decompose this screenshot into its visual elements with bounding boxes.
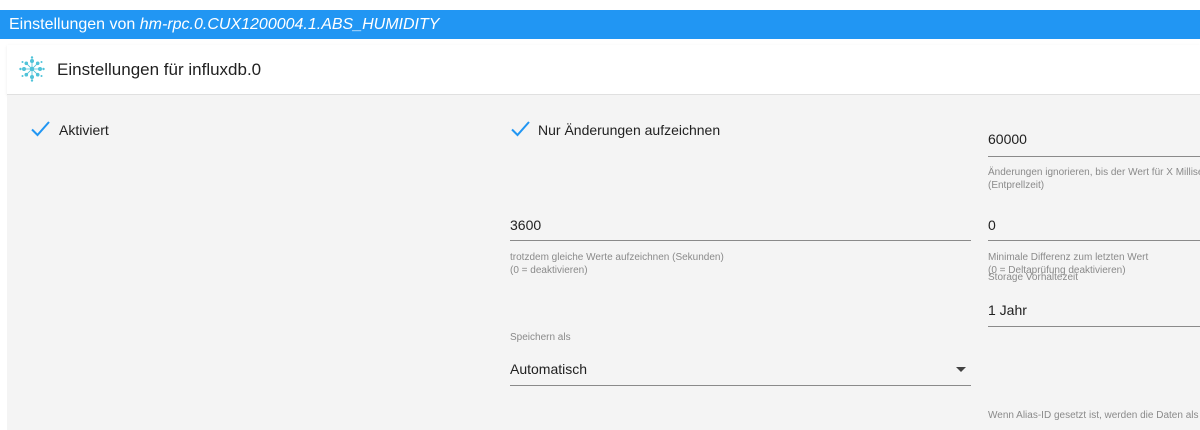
- debounce-helper-line1: Änderungen ignorieren, bis der Wert für …: [988, 167, 1200, 178]
- debounce-value: 60000: [988, 131, 1027, 147]
- debounce-underline: [988, 156, 1200, 157]
- enabled-label: Aktiviert: [59, 122, 109, 138]
- store-as-label: Speichern als: [510, 332, 571, 343]
- retention-underline: [988, 326, 1200, 327]
- changes-only-label: Nur Änderungen aufzeichnen: [538, 122, 721, 138]
- still-record-value: 3600: [510, 217, 542, 233]
- still-record-helper: trotzdem gleiche Werte aufzeichnen (Seku…: [510, 251, 724, 277]
- retention-value: 1 Jahr: [988, 302, 1027, 318]
- retention-label: Storage Vorhaltezeit: [988, 272, 1079, 283]
- retention-select[interactable]: 1 Jahr: [988, 302, 1200, 328]
- store-as-select[interactable]: Automatisch: [510, 361, 971, 386]
- dialog-title: Einstellungen für influxdb.0: [57, 60, 262, 79]
- store-as-underline: [510, 385, 971, 386]
- debounce-helper: Änderungen ignorieren, bis der Wert für …: [988, 166, 1200, 192]
- chevron-down-icon: [956, 367, 966, 372]
- still-record-underline: [510, 240, 971, 241]
- min-difference-input[interactable]: 0: [988, 217, 1200, 242]
- still-record-input[interactable]: 3600: [510, 217, 971, 242]
- enabled-checkbox[interactable]: [29, 118, 51, 140]
- min-difference-helper-line1: Minimale Differenz zum letzten Wert: [988, 252, 1149, 263]
- window-title-prefix: Einstellungen von: [9, 16, 140, 33]
- influxdb-adapter-icon: [19, 56, 45, 82]
- still-record-helper-line2: (0 = deaktivieren): [510, 265, 588, 276]
- window-title-object-id: hm-rpc.0.CUX1200004.1.ABS_HUMIDITY: [139, 16, 440, 33]
- dialog-header: Einstellungen für influxdb.0: [7, 45, 1200, 95]
- still-record-helper-line1: trotzdem gleiche Werte aufzeichnen (Seku…: [510, 252, 724, 263]
- changes-only-checkbox[interactable]: [509, 118, 531, 140]
- checkmark-icon: [511, 121, 530, 137]
- debounce-helper-line2: (Entprellzeit): [988, 180, 1045, 191]
- alias-helper: Wenn Alias-ID gesetzt ist, werden die Da…: [988, 410, 1200, 421]
- min-difference-underline: [988, 240, 1200, 241]
- debounce-input[interactable]: 60000: [988, 131, 1200, 158]
- min-difference-value: 0: [988, 217, 996, 233]
- checkmark-icon: [31, 121, 50, 137]
- store-as-value: Automatisch: [510, 361, 588, 377]
- window-titlebar: Einstellungen von hm-rpc.0.CUX1200004.1.…: [0, 10, 1200, 39]
- settings-panel: Aktiviert Nur Änderungen aufzeichnen 600…: [7, 95, 1200, 430]
